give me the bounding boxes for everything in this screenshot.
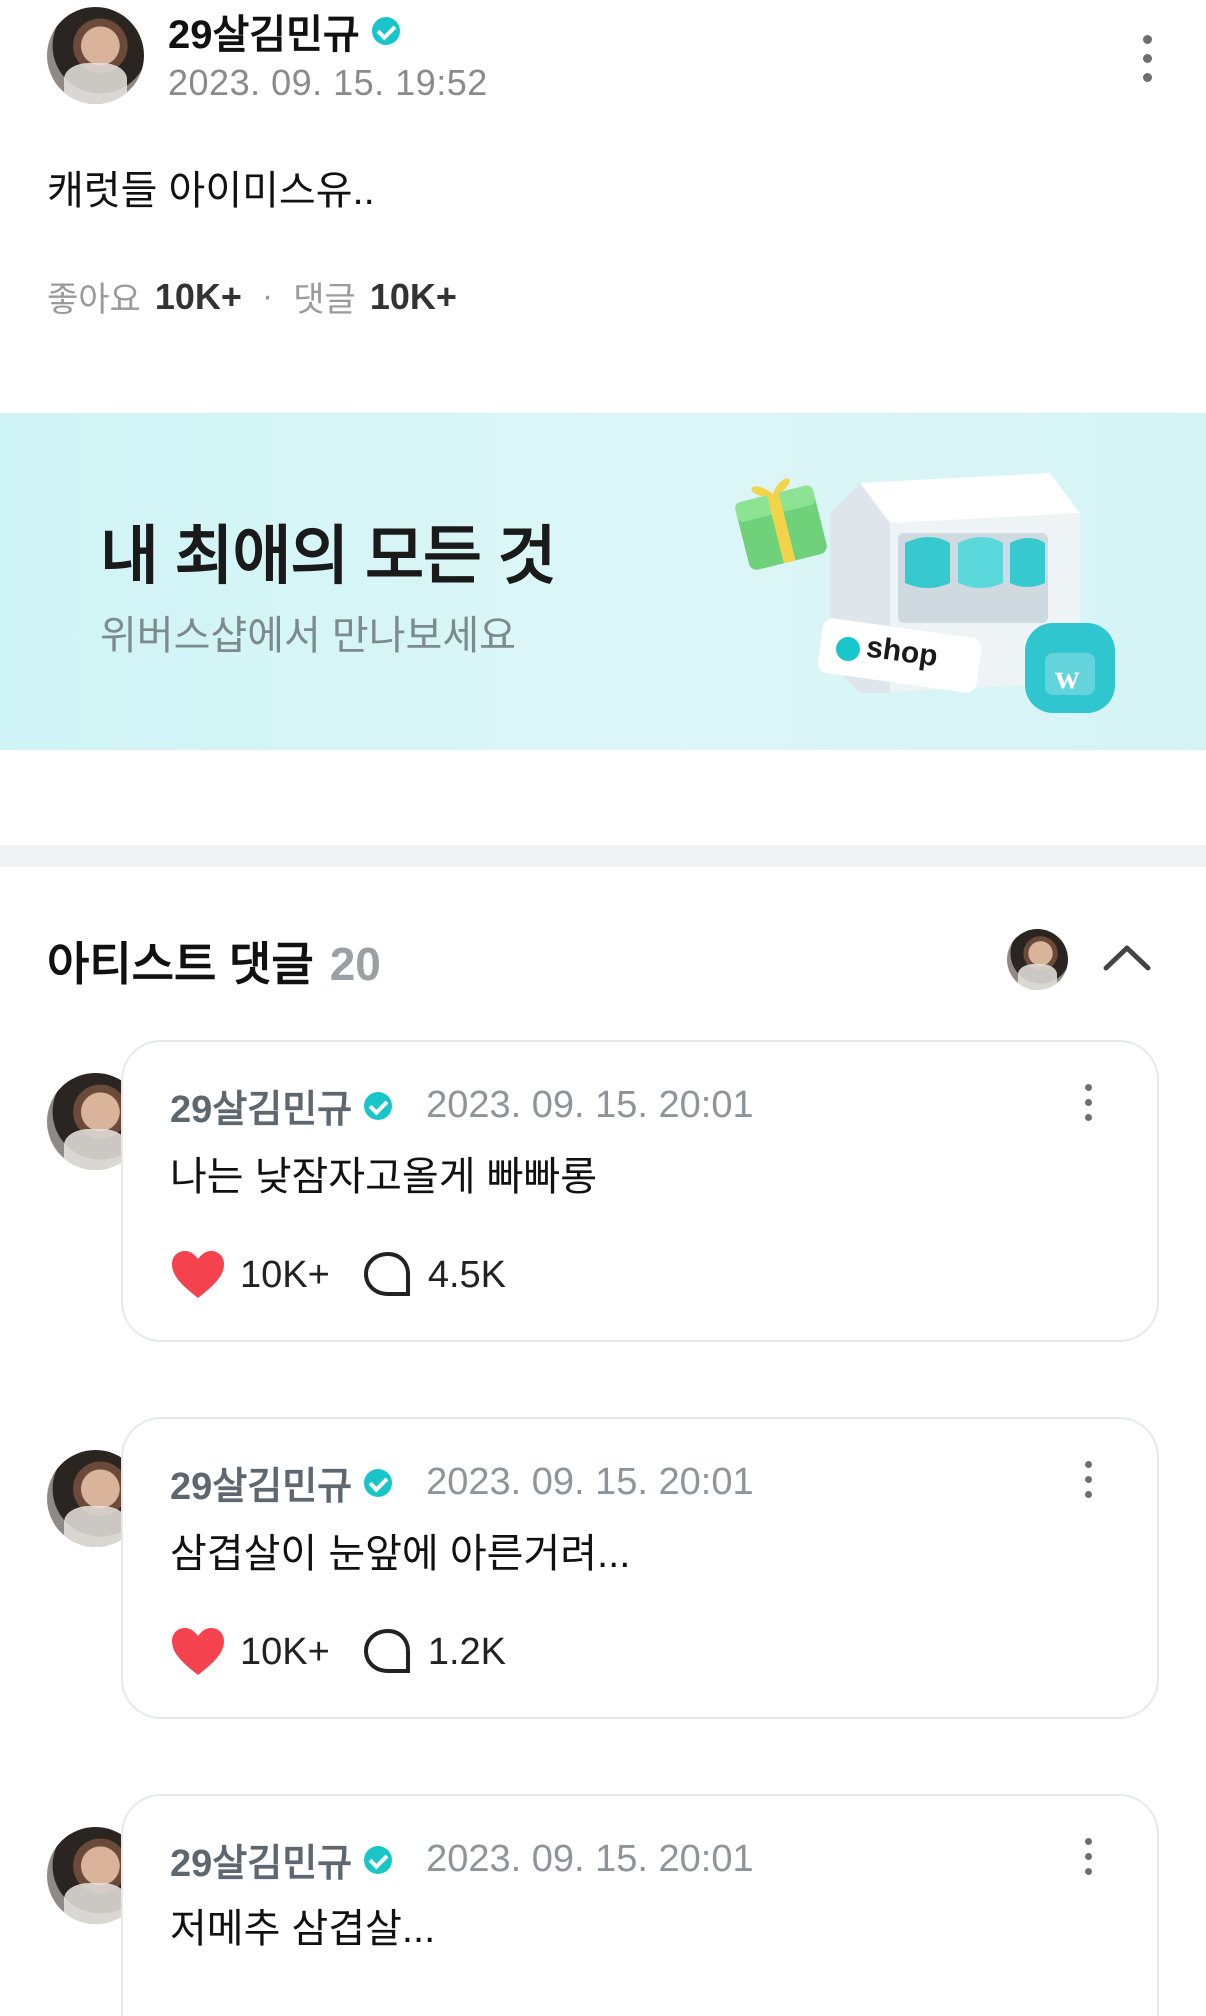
reply-bubble-icon[interactable] (362, 1627, 414, 1677)
comment-author[interactable]: 29살김민규 (170, 1078, 352, 1133)
section-divider (0, 845, 1206, 867)
verified-badge-icon (364, 1845, 393, 1874)
verified-badge-icon (364, 1468, 393, 1497)
post-timestamp: 2023. 09. 15. 19:52 (168, 62, 488, 103)
post-author-row: 29살김민규 (168, 2, 400, 60)
shop-illustration-icon: shop w (735, 473, 1115, 713)
post-author-name[interactable]: 29살김민규 (168, 2, 360, 60)
comment-card: 29살김민규 2023. 09. 15. 20:01 나는 낮잠자고올게 빠빠롱… (121, 1040, 1159, 1342)
comment-meta: 29살김민규 2023. 09. 15. 20:01 (170, 1078, 754, 1133)
heart-icon[interactable] (170, 1250, 226, 1300)
chevron-up-icon[interactable] (1100, 938, 1154, 978)
comment-card: 29살김민규 2023. 09. 15. 20:01 삼겹살이 눈앞에 아른거려… (121, 1417, 1159, 1719)
likes-count[interactable]: 10K+ (155, 276, 242, 318)
artist-comments-header: 아티스트 댓글 20 (47, 928, 381, 994)
comment-more-icon[interactable] (1073, 1461, 1103, 1498)
comment-replies: 1.2K (427, 1630, 506, 1673)
comment-timestamp: 2023. 09. 15. 20:01 (426, 1084, 754, 1126)
comment-actions: 10K+ 4.5K (170, 1250, 506, 1300)
comment-text: 나는 낮잠자고올게 빠빠롱 (170, 1155, 598, 1199)
post-body: 캐럿들 아이미스유.. (47, 169, 375, 213)
bag-label: w (1055, 659, 1080, 696)
comment-more-icon[interactable] (1073, 1084, 1103, 1121)
comment-likes: 10K+ (240, 1253, 330, 1296)
author-avatar[interactable] (47, 7, 144, 104)
reply-bubble-icon[interactable] (362, 1250, 414, 1300)
comment-timestamp: 2023. 09. 15. 20:01 (426, 1838, 754, 1880)
verified-badge-icon (364, 1091, 393, 1120)
comment-text: 저메추 삼겹살... (170, 1907, 436, 1951)
likes-label: 좋아요 (47, 281, 141, 319)
comment-timestamp: 2023. 09. 15. 20:01 (426, 1461, 754, 1503)
heart-icon[interactable] (170, 1627, 226, 1677)
comment-card: 29살김민규 2023. 09. 15. 20:01 저메추 삼겹살... (121, 1794, 1159, 2016)
banner-subtitle: 위버스샵에서 만나보세요 (100, 614, 516, 658)
comment-actions: 10K+ 1.2K (170, 1627, 506, 1677)
artist-mini-avatar[interactable] (1007, 929, 1068, 990)
comment-text: 삼겹살이 눈앞에 아른거려... (170, 1532, 631, 1576)
stats-separator: · (261, 277, 274, 315)
comment-author[interactable]: 29살김민규 (170, 1832, 352, 1887)
comment-more-icon[interactable] (1073, 1838, 1103, 1875)
comment-meta: 29살김민규 2023. 09. 15. 20:01 (170, 1455, 754, 1510)
artist-comments-count: 20 (329, 938, 381, 990)
artist-comments-title: 아티스트 댓글 (47, 938, 314, 990)
comment-meta: 29살김민규 2023. 09. 15. 20:01 (170, 1832, 754, 1887)
comment-replies: 4.5K (427, 1253, 506, 1296)
comment-author[interactable]: 29살김민규 (170, 1455, 352, 1510)
comment-likes: 10K+ (240, 1630, 330, 1673)
more-options-icon[interactable] (1132, 35, 1162, 82)
banner-title: 내 최애의 모든 것 (100, 520, 557, 592)
verified-badge-icon (371, 17, 400, 45)
post-stats: 좋아요 10K+ · 댓글 10K+ (47, 272, 457, 321)
comments-label: 댓글 (293, 281, 356, 319)
weverse-shop-banner[interactable]: 내 최애의 모든 것 위버스샵에서 만나보세요 shop w (0, 413, 1206, 750)
comments-count[interactable]: 10K+ (370, 276, 457, 318)
